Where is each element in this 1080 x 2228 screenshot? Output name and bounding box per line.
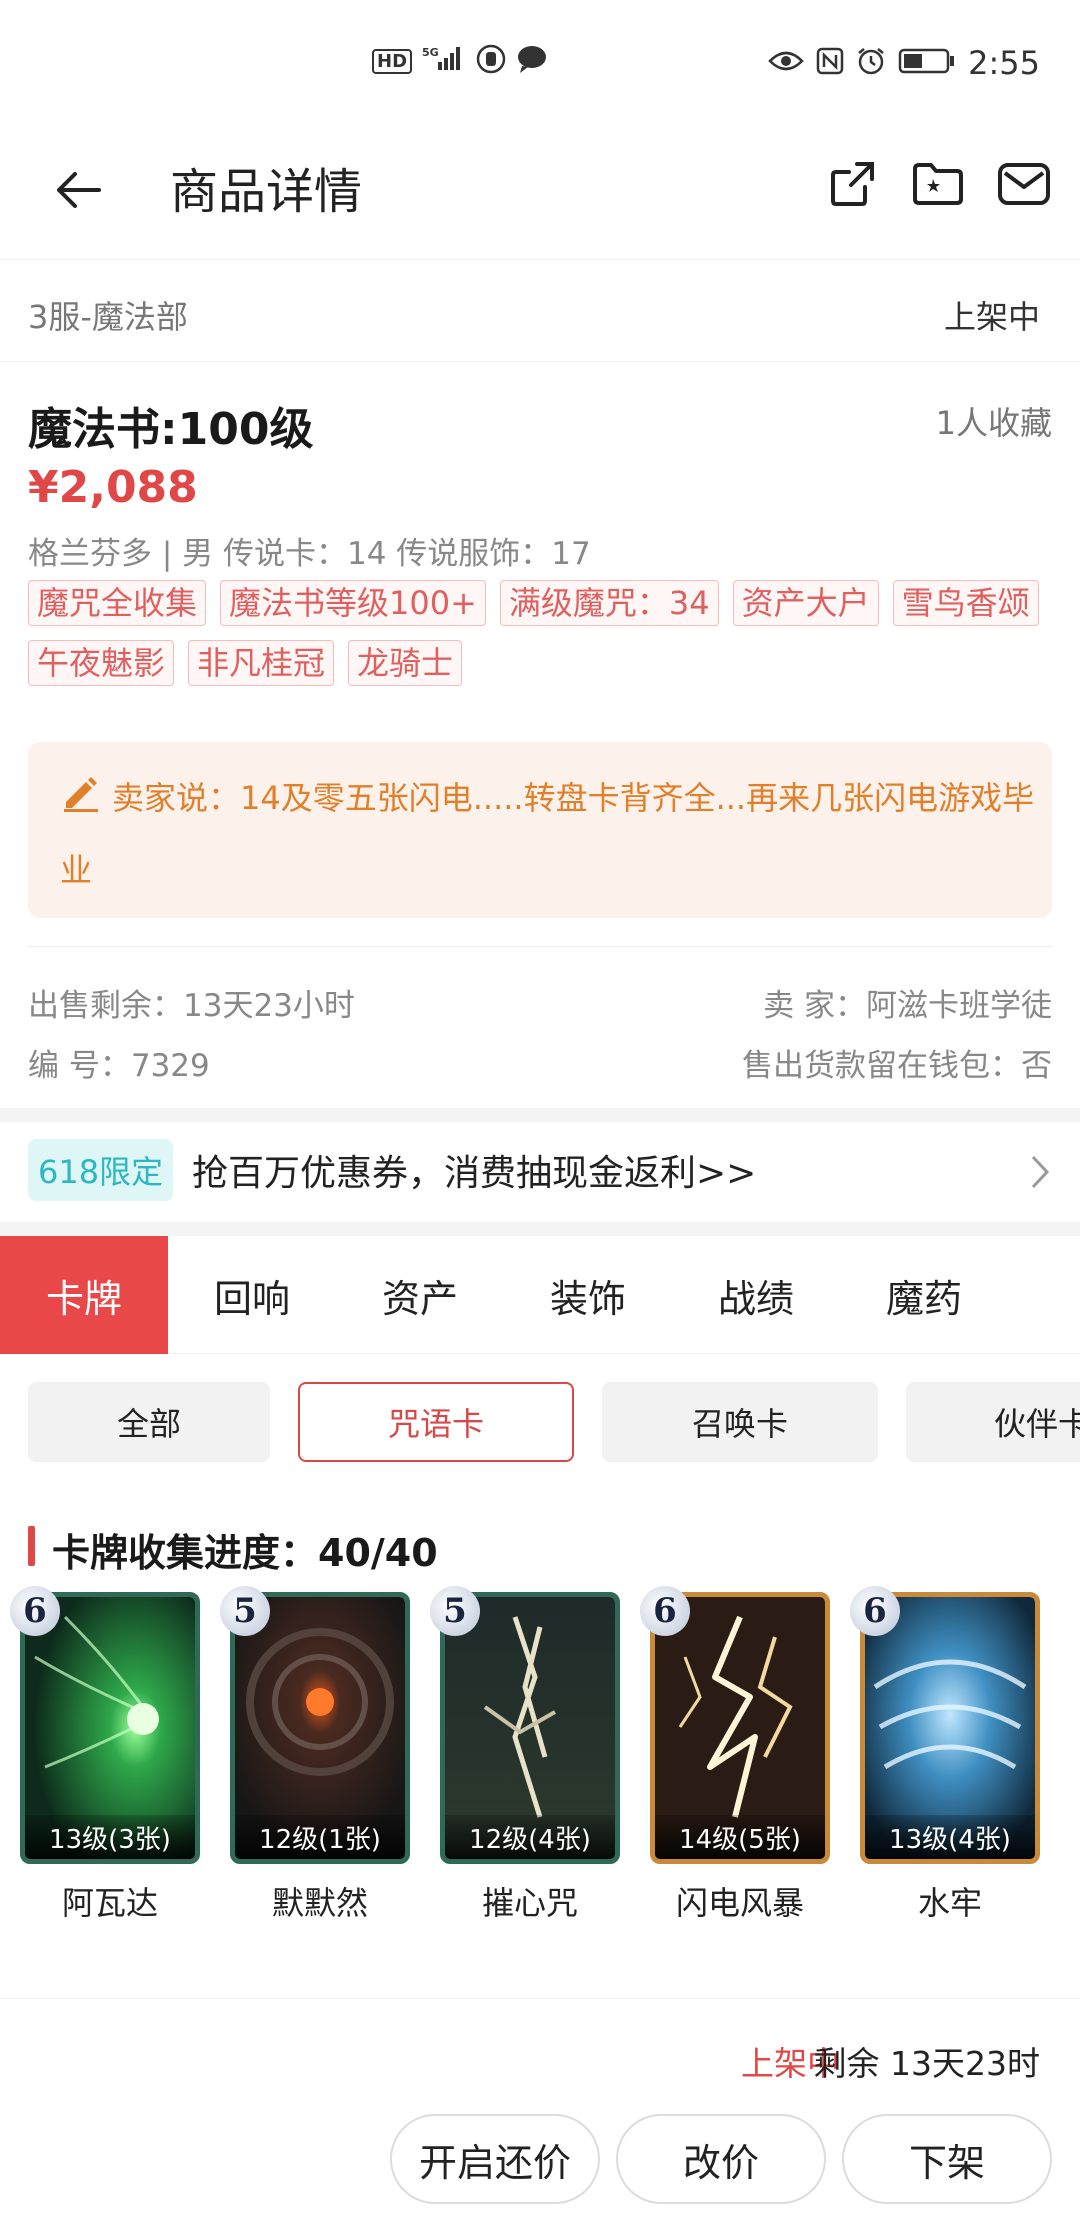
card-filter-chips: 全部 咒语卡 召唤卡 伙伴卡 — [28, 1382, 1080, 1462]
change-price-button[interactable]: 改价 — [616, 2114, 826, 2204]
product-attributes: 格兰芬多 | 男 传说卡：14 传说服饰：17 — [28, 536, 591, 572]
section-marker — [28, 1526, 35, 1566]
tab-cards[interactable]: 卡牌 — [0, 1236, 168, 1354]
divider — [28, 946, 1052, 947]
bottom-time-remaining: 剩余 13天23时 — [813, 2044, 1040, 2083]
card-item[interactable]: 6 13级(3张) 阿瓦达 — [10, 1586, 200, 1924]
tag: 满级魔咒：34 — [499, 580, 719, 626]
action-buttons: 开启还价 改价 下架 — [390, 2114, 1052, 2204]
back-arrow-icon[interactable] — [48, 160, 108, 220]
card-grid: 6 13级(3张) 阿瓦达 5 12级(1张) 默默然 5 12级(4张) 摧心… — [10, 1586, 1040, 1924]
card-tier-badge: 6 — [10, 1586, 60, 1636]
card-tier-badge: 5 — [430, 1586, 480, 1636]
tag: 雪鸟香颂 — [892, 580, 1039, 626]
filter-spell[interactable]: 咒语卡 — [298, 1382, 574, 1462]
card-level-count: 13级(4张) — [865, 1815, 1035, 1859]
status-bar: HD 5G 2:55 — [0, 0, 1080, 120]
section-separator — [0, 1108, 1080, 1122]
svg-text:5G: 5G — [422, 46, 439, 59]
hand-icon — [476, 44, 506, 78]
header-actions — [824, 156, 1052, 212]
tag: 资产大户 — [732, 580, 879, 626]
promo-text: 抢百万优惠券，消费抽现金返利>> — [192, 1153, 757, 1194]
card-name: 水牢 — [917, 1884, 982, 1922]
bottom-action-bar: 上架中 剩余 13天23时 开启还价 改价 下架 — [0, 1998, 1080, 2228]
nfc-icon — [816, 47, 844, 79]
section-separator — [0, 1222, 1080, 1236]
card-tier-badge: 6 — [850, 1586, 900, 1636]
card-item[interactable]: 6 13级(4张) 水牢 — [850, 1586, 1040, 1924]
share-icon[interactable] — [824, 156, 880, 212]
server-row: 3服-魔法部 上架中 — [0, 262, 1080, 362]
clock: 2:55 — [968, 44, 1040, 82]
tab-bar: 卡牌 回响 资产 装饰 战绩 魔药 — [0, 1236, 1080, 1354]
time-left: 出售剩余：13天23小时 — [28, 988, 355, 1024]
card-level-count: 12级(1张) — [235, 1815, 405, 1859]
card-name: 阿瓦达 — [61, 1884, 158, 1922]
status-icons-left: HD 5G — [372, 44, 548, 78]
card-item[interactable]: 5 12级(4张) 摧心咒 — [430, 1586, 620, 1924]
mail-icon[interactable] — [996, 156, 1052, 212]
enable-bargain-button[interactable]: 开启还价 — [390, 2114, 600, 2204]
serial-number: 编 号：7329 — [28, 1048, 210, 1084]
card-tier-badge: 5 — [220, 1586, 270, 1636]
tag: 午夜魅影 — [28, 640, 175, 686]
promo-badge: 618限定 — [28, 1139, 174, 1201]
price: ¥2,088 — [28, 462, 198, 513]
card-name: 摧心咒 — [481, 1884, 578, 1922]
card-tier-badge: 6 — [640, 1586, 690, 1636]
seller-note-text: 卖家说：14及零五张闪电.....转盘卡背齐全...再来几张闪电游戏毕业 — [60, 779, 1035, 889]
card-item[interactable]: 6 14级(5张) 闪电风暴 — [640, 1586, 830, 1924]
seller-name[interactable]: 卖 家：阿滋卡班学徒 — [763, 980, 1052, 1025]
card-item[interactable]: 5 12级(1张) 默默然 — [220, 1586, 410, 1924]
card-level-count: 13级(3张) — [25, 1815, 195, 1859]
battery-icon — [898, 47, 956, 79]
tag: 龙骑士 — [348, 640, 463, 686]
filter-all[interactable]: 全部 — [28, 1382, 270, 1462]
eye-icon — [768, 49, 804, 77]
chevron-right-icon — [1030, 1154, 1050, 1194]
favorite-count: 1人收藏 — [935, 404, 1052, 442]
alarm-icon — [856, 46, 886, 80]
tab-potion[interactable]: 魔药 — [840, 1236, 1008, 1354]
wallet-setting: 售出货款留在钱包：否 — [742, 1048, 1052, 1084]
card-name: 默默然 — [271, 1884, 368, 1922]
card-level-count: 12级(4张) — [445, 1815, 615, 1859]
tag: 非凡桂冠 — [188, 640, 335, 686]
tab-record[interactable]: 战绩 — [672, 1236, 840, 1354]
tab-echo[interactable]: 回响 — [168, 1236, 336, 1354]
seller-note: 卖家说：14及零五张闪电.....转盘卡背齐全...再来几张闪电游戏毕业 — [28, 742, 1052, 918]
tab-assets[interactable]: 资产 — [336, 1236, 504, 1354]
tag: 魔法书等级100+ — [220, 580, 486, 626]
hd-icon: HD — [372, 48, 413, 74]
message-icon — [516, 44, 548, 78]
collection-progress: 卡牌收集进度：40/40 — [52, 1531, 438, 1575]
page-title: 商品详情 — [170, 164, 363, 220]
filter-companion[interactable]: 伙伴卡 — [906, 1382, 1080, 1462]
filter-summon[interactable]: 召唤卡 — [602, 1382, 878, 1462]
status-icons-right: 2:55 — [768, 44, 1040, 82]
card-name: 闪电风暴 — [675, 1884, 804, 1922]
tag-list: 魔咒全收集 魔法书等级100+ 满级魔咒：34 资产大户 雪鸟香颂 午夜魅影 非… — [28, 580, 1058, 686]
listing-status: 上架中 — [943, 298, 1040, 336]
server-name: 3服-魔法部 — [28, 298, 188, 336]
favorite-folder-icon[interactable] — [910, 156, 966, 212]
tag: 魔咒全收集 — [28, 580, 207, 626]
tab-decor[interactable]: 装饰 — [504, 1236, 672, 1354]
promo-banner[interactable]: 618限定 抢百万优惠券，消费抽现金返利>> — [0, 1124, 1080, 1224]
delist-button[interactable]: 下架 — [842, 2114, 1052, 2204]
signal-icon: 5G — [422, 44, 466, 78]
app-header: 商品详情 — [0, 120, 1080, 260]
card-level-count: 14级(5张) — [655, 1815, 825, 1859]
product-title: 魔法书:100级 — [28, 404, 314, 455]
